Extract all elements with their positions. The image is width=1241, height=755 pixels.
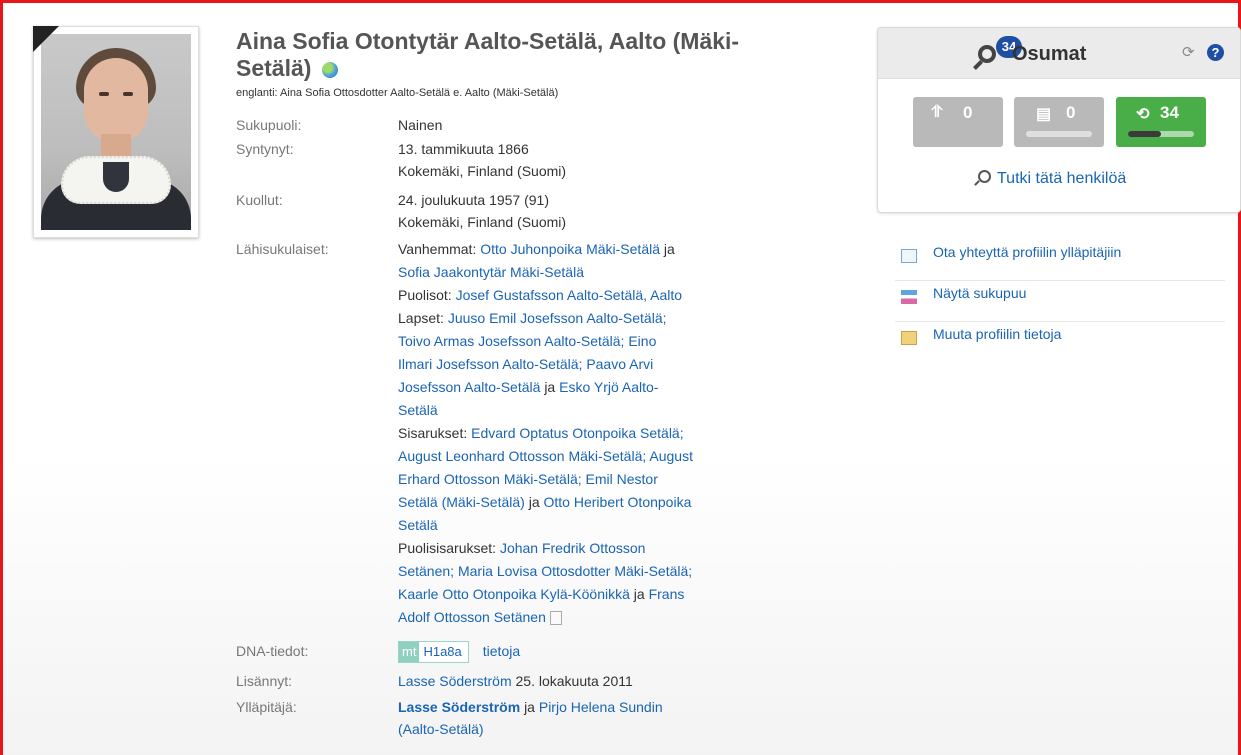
relative-link[interactable]: Esko Yrjö Aalto-	[559, 379, 658, 395]
relative-link[interactable]: Josefsson Aalto-Setälä	[398, 379, 540, 395]
added-by-link[interactable]: Lasse Söderström	[398, 673, 512, 689]
note-icon[interactable]	[549, 611, 562, 626]
children-label: Lapset:	[398, 310, 444, 326]
relative-link[interactable]: Kaarle Otto Otonpoika Kylä-Köönikkä	[398, 586, 630, 602]
relatives-label: Lähisukulaiset:	[236, 241, 329, 257]
sync-icon: ⟲	[1136, 106, 1150, 123]
manager-link[interactable]: Pirjo Helena Sundin	[539, 699, 663, 715]
gender-label: Sukupuoli:	[236, 117, 302, 133]
relative-link[interactable]: August	[649, 448, 693, 464]
matches-title: Osumat	[1012, 43, 1087, 65]
dna-label: DNA-tiedot:	[236, 643, 309, 659]
mt-tag: mt	[399, 642, 420, 663]
parents-label: Vanhemmat:	[398, 241, 477, 257]
died-date: 24. joulukuuta 1957 (91)	[398, 192, 549, 208]
edit-profile-link[interactable]: Muuta profiilin tietoja	[895, 322, 1225, 362]
relative-link[interactable]: Ilmari Josefsson Aalto-Setälä;	[398, 356, 582, 372]
smart-match-count: 34	[1160, 103, 1179, 122]
relative-link[interactable]: Juuso Emil Josefsson Aalto-Setälä;	[448, 310, 667, 326]
search-icon	[978, 170, 991, 183]
contact-managers-label: Ota yhteyttä profiilin ylläpitäjiin	[933, 244, 1122, 260]
profile-name: Aina Sofia Otontytär Aalto-Setälä, Aalto…	[236, 28, 740, 81]
and-text: ja	[663, 241, 675, 257]
explore-label: Tutki tätä henkilöä	[997, 170, 1127, 187]
search-icon	[978, 45, 996, 63]
record-progress-bar	[1026, 131, 1092, 137]
relative-link[interactable]: Johan Fredrik Ottosson	[500, 540, 646, 556]
and-text: ja	[544, 379, 556, 395]
relative-link[interactable]: Setälä	[398, 517, 438, 533]
profile-photo[interactable]	[33, 26, 199, 238]
relative-link[interactable]: Edvard Optatus Otonpoika Setälä;	[471, 425, 683, 441]
born-label: Syntynyt:	[236, 141, 294, 157]
manager-link[interactable]: Lasse Söderström	[398, 699, 520, 715]
show-tree-link[interactable]: Näytä sukupuu	[895, 281, 1225, 322]
refresh-icon[interactable]: ⟳	[1182, 45, 1198, 61]
help-icon[interactable]: ?	[1207, 44, 1224, 61]
and-text: ja	[633, 586, 645, 602]
added-date: 25. lokakuuta 2011	[515, 673, 633, 689]
edit-icon	[901, 331, 917, 345]
relative-link[interactable]: Paavo Arvi	[586, 356, 653, 372]
family-tree-icon	[901, 290, 917, 304]
relative-link[interactable]: Setänen;	[398, 563, 454, 579]
died-place: Kokemäki, Finland (Suomi)	[398, 214, 567, 230]
relative-link[interactable]: Josef Gustafsson Aalto-Setälä, Aalto	[456, 287, 682, 303]
relative-link[interactable]: Erhard Ottosson Mäki-Setälä;	[398, 471, 582, 487]
siblings-label: Sisarukset:	[398, 425, 468, 441]
globe-icon[interactable]	[321, 61, 338, 78]
relative-link[interactable]: Otto Juhonpoika Mäki-Setälä	[480, 241, 660, 257]
and-text: ja	[528, 494, 540, 510]
portrait-image	[41, 34, 191, 230]
relative-link[interactable]: Maria Lovisa Ottosdotter Mäki-Setälä;	[458, 563, 692, 579]
managers-label: Ylläpitäjä:	[236, 699, 297, 715]
half-siblings-label: Puolisisarukset:	[398, 540, 497, 556]
relative-link[interactable]: Setälä (Mäki-Setälä)	[398, 494, 525, 510]
born-date: 13. tammikuuta 1866	[398, 141, 529, 157]
relative-link[interactable]: Otto Heribert Otonpoika	[544, 494, 692, 510]
document-icon: ▤	[1036, 106, 1052, 123]
died-label: Kuollut:	[236, 192, 283, 208]
record-matches-button[interactable]: ▤ 0	[1014, 97, 1104, 147]
relative-link[interactable]: Sofia Jaakontytär Mäki-Setälä	[398, 264, 584, 280]
tree-matches-button[interactable]: ⥣ 0	[913, 97, 1003, 147]
show-tree-label: Näytä sukupuu	[933, 285, 1027, 301]
profile-actions: Ota yhteyttä profiilin ylläpitäjiin Näyt…	[895, 240, 1225, 362]
relative-link[interactable]: Toivo Armas Josefsson Aalto-Setälä;	[398, 333, 624, 349]
gender-value: Nainen	[398, 117, 443, 133]
born-place: Kokemäki, Finland (Suomi)	[398, 163, 567, 179]
relatives-list: Vanhemmat: Otto Juhonpoika Mäki-Setälä j…	[398, 238, 743, 629]
record-match-count: 0	[1066, 103, 1076, 122]
dna-haplogroup-badge[interactable]: mt H1a8a	[398, 641, 469, 664]
added-label: Lisännyt:	[236, 673, 293, 689]
smart-matches-button[interactable]: ⟲ 34	[1116, 97, 1206, 147]
envelope-icon	[901, 249, 917, 263]
relative-link[interactable]: Eino	[628, 333, 656, 349]
relative-link[interactable]: August Leonhard Ottosson Mäki-Setälä;	[398, 448, 646, 464]
smart-progress-fill	[1128, 131, 1161, 137]
relative-link[interactable]: Adolf Ottosson Setänen	[398, 609, 546, 625]
haplogroup: H1a8a	[419, 642, 468, 663]
edit-profile-label: Muuta profiilin tietoja	[933, 326, 1062, 342]
tree-match-count: 0	[963, 103, 973, 122]
explore-person-link[interactable]: Tutki tätä henkilöä	[978, 170, 1126, 188]
contact-managers-link[interactable]: Ota yhteyttä profiilin ylläpitäjiin	[895, 240, 1225, 281]
and-text: ja	[524, 699, 535, 715]
matches-panel: 34 Osumat ⟳ ? ⥣ 0 ▤ 0 ⟲ 34 Tutki tätä he…	[877, 27, 1241, 213]
tree-match-icon: ⥣	[931, 104, 943, 121]
dna-info-link[interactable]: tietoja	[483, 643, 520, 659]
mourning-ribbon-icon	[33, 26, 59, 52]
matches-header: 34 Osumat ⟳ ?	[878, 28, 1240, 79]
relative-link[interactable]: Frans	[649, 586, 685, 602]
manager-link[interactable]: (Aalto-Setälä)	[398, 721, 484, 737]
relative-link[interactable]: Setälä	[398, 402, 438, 418]
smart-progress-bar	[1128, 131, 1194, 137]
relative-link[interactable]: Emil Nestor	[586, 471, 658, 487]
spouses-label: Puolisot:	[398, 287, 452, 303]
english-name: englanti: Aina Sofia Ottosdotter Aalto-S…	[236, 87, 559, 99]
